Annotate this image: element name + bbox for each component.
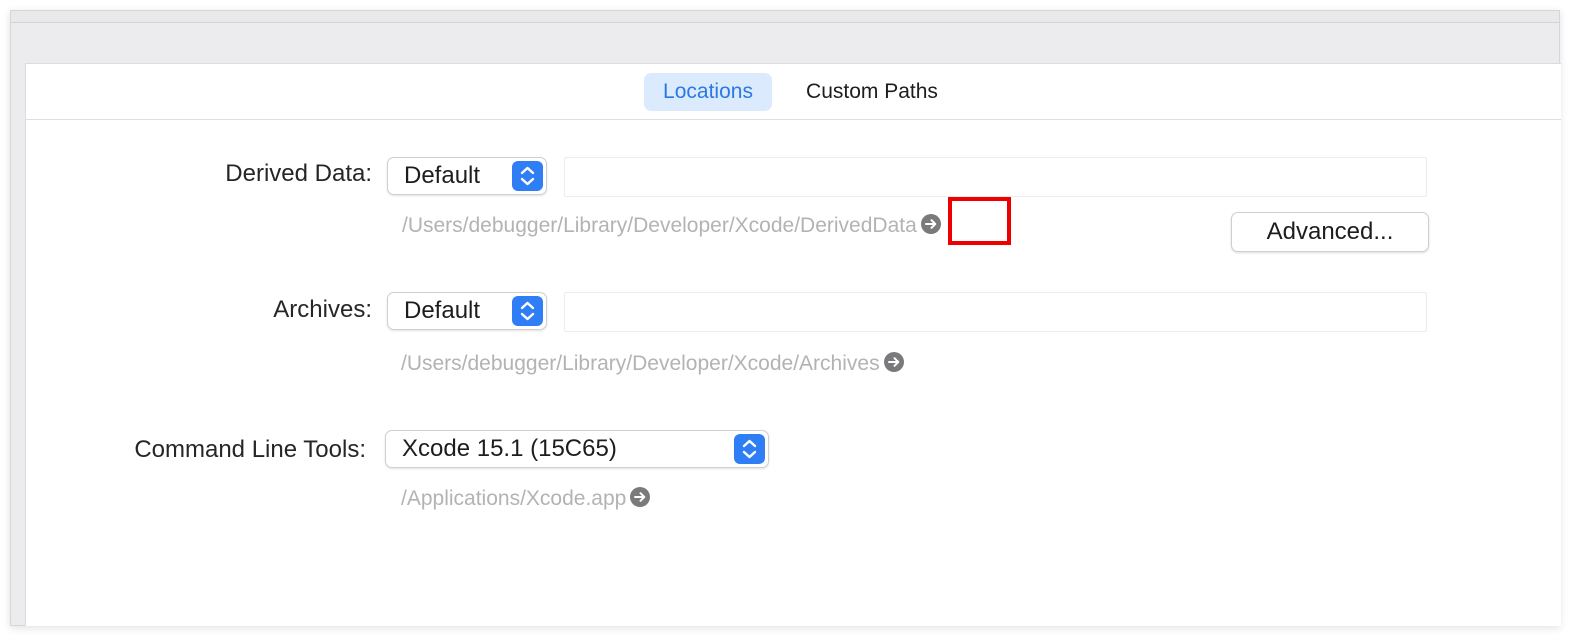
popup-stepper-icon: [512, 161, 543, 191]
command-line-tools-popup[interactable]: Xcode 15.1 (15C65): [385, 430, 769, 468]
archives-label: Archives:: [273, 296, 372, 323]
locations-panel: Locations Custom Paths: [25, 63, 1561, 626]
archives-path-field[interactable]: [564, 292, 1427, 332]
tab-custom-paths[interactable]: Custom Paths: [788, 73, 956, 111]
popup-stepper-icon: [734, 434, 765, 464]
archives-popup-value: Default: [404, 297, 481, 324]
advanced-button[interactable]: Advanced...: [1231, 212, 1429, 252]
archives-popup[interactable]: Default: [387, 292, 547, 330]
command-line-tools-path: /Applications/Xcode.app: [401, 487, 651, 511]
reveal-in-finder-arrow-icon[interactable]: [883, 352, 904, 373]
highlight-box: [948, 197, 1011, 245]
derived-data-path-text: /Users/debugger/Library/Developer/Xcode/…: [402, 214, 917, 237]
archives-path: /Users/debugger/Library/Developer/Xcode/…: [401, 352, 904, 376]
derived-data-popup-value: Default: [404, 162, 481, 189]
reveal-in-finder-arrow-icon[interactable]: [630, 487, 651, 508]
title-bar: [11, 11, 1559, 23]
archives-path-text: /Users/debugger/Library/Developer/Xcode/…: [401, 352, 880, 375]
command-line-tools-path-text: /Applications/Xcode.app: [401, 487, 627, 510]
derived-data-popup[interactable]: Default: [387, 157, 547, 195]
command-line-tools-popup-value: Xcode 15.1 (15C65): [402, 435, 617, 462]
tab-bar: Locations Custom Paths: [26, 64, 1561, 120]
popup-stepper-icon: [512, 296, 543, 326]
reveal-in-finder-arrow-icon[interactable]: [920, 214, 941, 235]
derived-data-label: Derived Data:: [225, 160, 372, 187]
command-line-tools-label: Command Line Tools:: [134, 436, 366, 463]
tab-locations[interactable]: Locations: [644, 73, 772, 111]
derived-data-path: /Users/debugger/Library/Developer/Xcode/…: [402, 214, 941, 238]
derived-data-path-field[interactable]: [564, 157, 1427, 197]
